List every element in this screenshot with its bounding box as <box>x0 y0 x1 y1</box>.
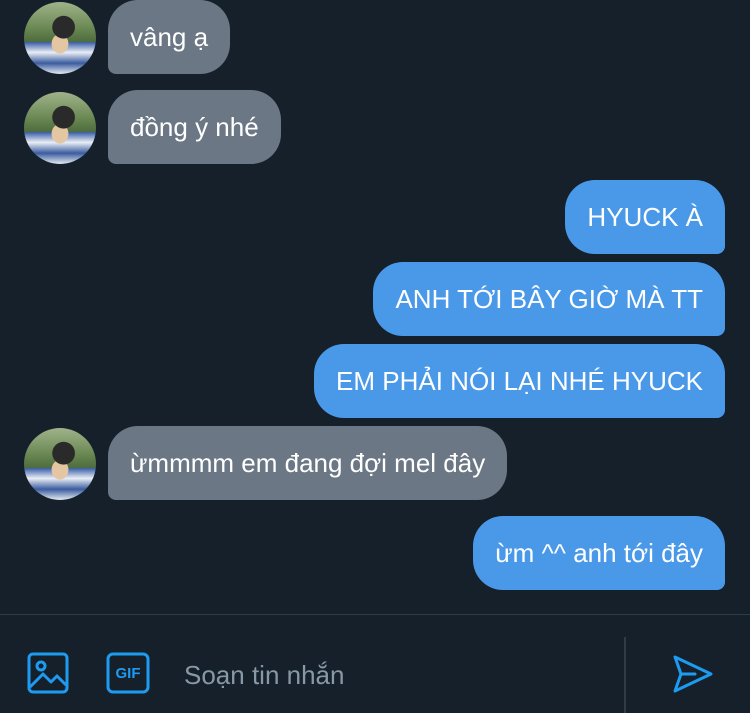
incoming-message[interactable]: vâng ạ <box>108 0 231 74</box>
gif-label: GIF <box>115 664 141 682</box>
outgoing-message[interactable]: EM PHẢI NÓI LẠI NHÉ HYUCK <box>314 344 725 418</box>
incoming-message[interactable]: đồng ý nhé <box>108 90 281 164</box>
avatar[interactable] <box>24 2 96 74</box>
dm-conversation-screen: vâng ạ đồng ý nhé HYUCK À ANH TỚI BÂY GI… <box>0 0 750 713</box>
add-gif-button[interactable]: GIF <box>106 651 150 695</box>
message-composer: GIF <box>0 614 750 713</box>
incoming-message[interactable]: ừmmmm em đang đợi mel đây <box>108 426 508 500</box>
message-input[interactable] <box>184 655 604 695</box>
outgoing-message[interactable]: HYUCK À <box>565 180 725 254</box>
avatar[interactable] <box>24 428 96 500</box>
composer-divider <box>624 637 626 713</box>
send-icon <box>673 655 713 693</box>
outgoing-message[interactable]: ừm ^^ anh tới đây <box>473 516 725 590</box>
send-button[interactable] <box>670 651 716 697</box>
avatar[interactable] <box>24 92 96 164</box>
add-image-button[interactable] <box>26 651 70 695</box>
outgoing-message[interactable]: ANH TỚI BÂY GIỜ MÀ TT <box>373 262 725 336</box>
image-icon <box>27 652 69 694</box>
